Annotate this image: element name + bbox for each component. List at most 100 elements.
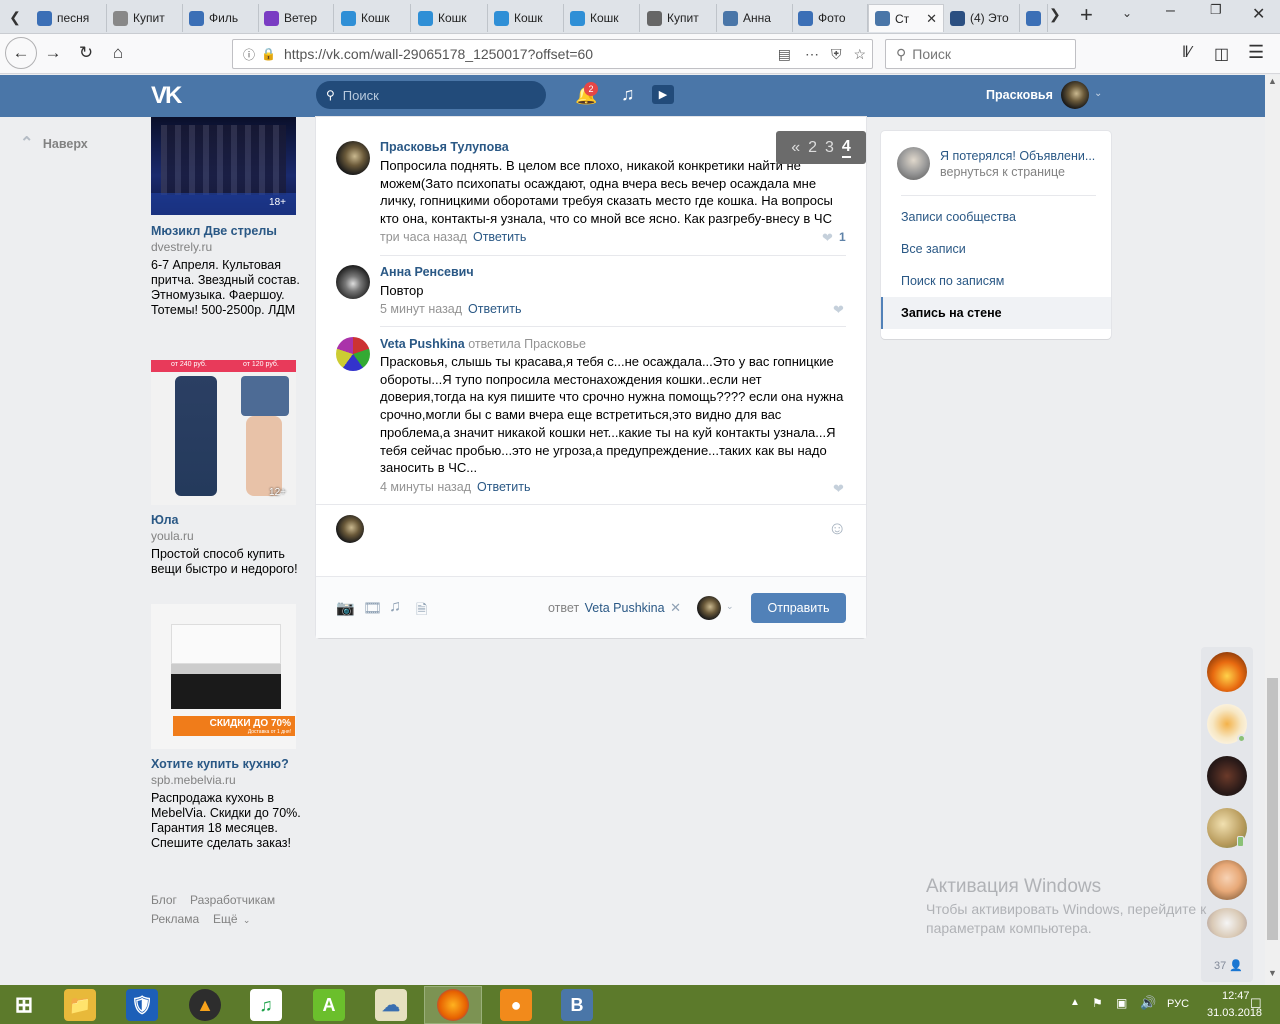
friend-avatar[interactable] bbox=[1207, 756, 1247, 796]
pager-prev[interactable]: « bbox=[791, 139, 800, 157]
scroll-down-arrow-icon[interactable]: ▼ bbox=[1268, 968, 1277, 978]
friends-count-button[interactable]: 37 👤 bbox=[1214, 959, 1243, 972]
reply-link[interactable]: Ответить bbox=[468, 302, 521, 316]
browser-tab[interactable]: Кошк bbox=[564, 4, 640, 32]
reader-view-icon[interactable]: ▤ bbox=[778, 46, 791, 63]
page-actions-icon[interactable]: ⋯ bbox=[805, 46, 819, 63]
tray-time[interactable]: 12:47 bbox=[1222, 990, 1250, 1002]
forward-icon[interactable]: → bbox=[38, 38, 68, 68]
browser-tab[interactable]: (4) Это bbox=[944, 4, 1020, 32]
network-app-icon[interactable]: ☁ bbox=[375, 989, 407, 1021]
url-text[interactable]: https://vk.com/wall-29065178_1250017?off… bbox=[284, 46, 593, 62]
home-icon[interactable]: ⌂ bbox=[103, 38, 133, 68]
pager-page[interactable]: 2 bbox=[808, 139, 817, 157]
browser-tab[interactable]: Купит bbox=[641, 4, 717, 32]
file-explorer-icon[interactable]: 📁 bbox=[64, 989, 96, 1021]
friend-avatar[interactable] bbox=[1207, 860, 1247, 900]
footer-blog-link[interactable]: Блог bbox=[151, 893, 177, 907]
ad-title[interactable]: Мюзикл Две стрелы bbox=[151, 224, 277, 238]
emoji-icon[interactable]: ☺ bbox=[828, 518, 846, 539]
ad-title[interactable]: Юла bbox=[151, 513, 178, 527]
comment-time[interactable]: три часа назад bbox=[380, 230, 467, 244]
browser-tab[interactable]: Анна bbox=[717, 4, 793, 32]
menu-item-community-posts[interactable]: Записи сообщества bbox=[881, 201, 1111, 233]
reply-to-name[interactable]: Veta Pushkina bbox=[585, 601, 665, 615]
reply-link[interactable]: Ответить bbox=[473, 230, 526, 244]
input-language[interactable]: РУС bbox=[1167, 998, 1189, 1010]
vk-user-name[interactable]: Прасковья bbox=[986, 88, 1053, 102]
library-icon[interactable]: ‖∕ bbox=[1182, 44, 1191, 62]
aimp-icon[interactable]: ▲ bbox=[189, 989, 221, 1021]
heart-icon[interactable]: ❤ bbox=[833, 481, 844, 497]
defender-shield-icon[interactable]: 🛡 bbox=[126, 989, 158, 1021]
avatar[interactable] bbox=[336, 141, 370, 175]
browser-tab[interactable]: Кошк bbox=[412, 4, 488, 32]
browser-tab[interactable]: Кошк bbox=[335, 4, 411, 32]
browser-search-input[interactable]: ⚲ Поиск bbox=[885, 39, 1076, 69]
pager-current[interactable]: 4 bbox=[841, 138, 851, 158]
ad-title[interactable]: Хотите купить кухню? bbox=[151, 757, 289, 771]
restore-icon[interactable]: ❐ bbox=[1210, 2, 1222, 18]
document-icon[interactable]: 🗎 bbox=[416, 599, 427, 623]
tray-network-icon[interactable]: ▣ bbox=[1116, 996, 1127, 1010]
friend-avatar[interactable] bbox=[1207, 908, 1247, 938]
tab-list-icon[interactable]: ⌄ bbox=[1122, 6, 1132, 20]
tabs-scroll-right-icon[interactable]: ❯ bbox=[1049, 6, 1061, 23]
scrollbar-thumb[interactable] bbox=[1267, 678, 1278, 940]
close-icon[interactable]: ✕ bbox=[670, 600, 681, 615]
reload-icon[interactable]: ↻ bbox=[71, 38, 101, 68]
ad-image-kitchen[interactable]: СКИДКИ ДО 70% Доставка от 1 дня! bbox=[151, 604, 296, 749]
bookmark-star-icon[interactable]: ☆ bbox=[853, 46, 866, 63]
vk-app-icon[interactable]: В bbox=[561, 989, 593, 1021]
menu-icon[interactable]: ☰ bbox=[1248, 42, 1264, 63]
footer-ads-link[interactable]: Реклама bbox=[151, 912, 199, 926]
scroll-up-button[interactable]: ⌃ Наверх bbox=[20, 133, 88, 153]
browser-tab[interactable]: Ветер bbox=[258, 4, 334, 32]
lost-subtitle[interactable]: вернуться к странице bbox=[940, 165, 1065, 179]
comment-time[interactable]: 5 минут назад bbox=[380, 302, 462, 316]
comment-author[interactable]: Анна Ренсевич bbox=[380, 265, 474, 279]
heart-icon[interactable]: ❤ bbox=[822, 230, 833, 246]
avatar[interactable] bbox=[336, 265, 370, 299]
footer-more-link[interactable]: Ещё ⌄ bbox=[213, 912, 250, 926]
browser-tab[interactable]: Ст ✕ bbox=[868, 4, 944, 32]
comment-time[interactable]: 4 минуты назад bbox=[380, 480, 471, 494]
avatar[interactable] bbox=[1061, 81, 1089, 109]
notification-center-icon[interactable]: ☐ bbox=[1250, 996, 1262, 1012]
firefox-icon[interactable] bbox=[437, 989, 469, 1021]
browser-tab[interactable]: Филь bbox=[183, 4, 259, 32]
scroll-up-arrow-icon[interactable]: ▲ bbox=[1268, 76, 1277, 86]
new-tab-icon[interactable]: + bbox=[1080, 2, 1093, 28]
url-bar[interactable]: ⓘ 🔒 https://vk.com/wall-29065178_1250017… bbox=[232, 39, 873, 69]
replied-to[interactable]: ответила Прасковье bbox=[468, 337, 586, 351]
close-tab-icon[interactable]: ✕ bbox=[926, 11, 937, 27]
ad-image-jeans[interactable]: от 240 руб. от 120 руб. 12+ bbox=[151, 360, 296, 505]
avatar[interactable] bbox=[336, 337, 370, 371]
video-icon[interactable]: 🎞 bbox=[363, 599, 382, 617]
odnoklassniki-icon[interactable]: ● bbox=[500, 989, 532, 1021]
menu-item-all-posts[interactable]: Все записи bbox=[881, 233, 1111, 265]
windows-start-icon[interactable]: ⊞ bbox=[8, 989, 40, 1021]
friend-avatar[interactable] bbox=[1207, 652, 1247, 692]
pager-page[interactable]: 3 bbox=[825, 139, 834, 157]
lost-title[interactable]: Я потерялся! Объявлени... bbox=[940, 149, 1095, 163]
browser-tab[interactable]: Кошк bbox=[488, 4, 564, 32]
chevron-down-icon[interactable]: ⌄ bbox=[726, 601, 734, 612]
ad-image-musical[interactable]: 18+ bbox=[151, 117, 296, 215]
music-app-icon[interactable]: ♫ bbox=[250, 989, 282, 1021]
browser-tab[interactable]: Купит bbox=[107, 4, 183, 32]
avatar[interactable] bbox=[697, 596, 721, 620]
tray-volume-icon[interactable]: 🔊 bbox=[1140, 995, 1156, 1011]
app-a-icon[interactable]: A bbox=[313, 989, 345, 1021]
send-button[interactable]: Отправить bbox=[751, 593, 846, 623]
comment-input[interactable] bbox=[374, 512, 824, 546]
menu-item-wall-post[interactable]: Запись на стене bbox=[881, 297, 1111, 329]
tray-expand-icon[interactable]: ▲ bbox=[1070, 997, 1080, 1008]
close-window-icon[interactable]: ✕ bbox=[1252, 4, 1265, 24]
music-icon[interactable]: ♫ bbox=[621, 84, 635, 105]
vk-search-input[interactable]: ⚲ Поиск bbox=[316, 81, 546, 109]
browser-tab[interactable]: песня bbox=[31, 4, 107, 32]
comment-author[interactable]: Прасковья Тулупова bbox=[380, 140, 509, 154]
back-icon[interactable]: ← bbox=[5, 37, 37, 69]
audio-icon[interactable]: ♫ bbox=[389, 598, 401, 616]
